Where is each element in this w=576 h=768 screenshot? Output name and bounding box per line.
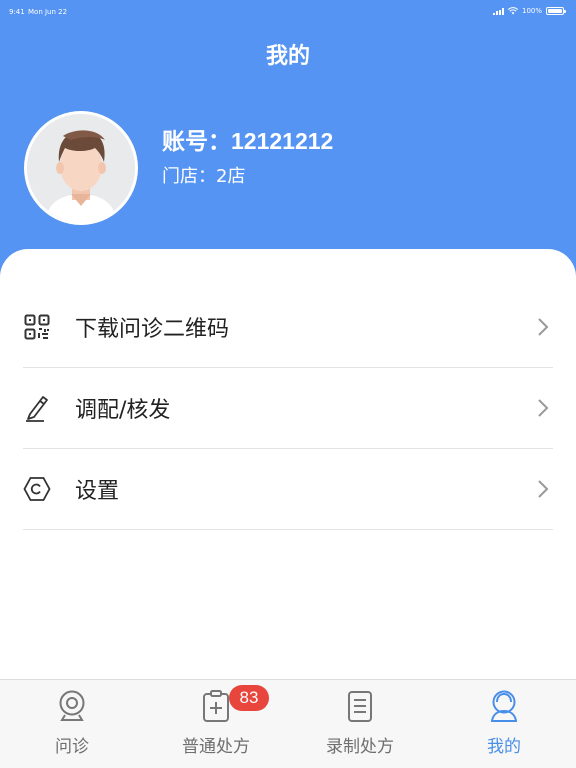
qr-code-icon [23, 313, 51, 341]
status-date: Mon Jun 22 [28, 8, 68, 16]
wifi-icon [507, 7, 518, 15]
menu-item-label: 下载问诊二维码 [75, 317, 230, 342]
document-icon [348, 691, 372, 722]
account-number: 账号：12121212 [162, 122, 333, 156]
chevron-right-icon [538, 480, 549, 498]
tab-general-prescription[interactable]: 83 普通处方 [144, 680, 288, 768]
pencil-icon [23, 394, 51, 422]
prescription-count-badge: 83 [229, 685, 269, 711]
account-label: 账号： [162, 128, 231, 154]
webcam-icon [59, 690, 85, 721]
menu-item-settings[interactable]: 设置 [23, 449, 553, 530]
menu-item-download-qr[interactable]: 下载问诊二维码 [23, 287, 553, 368]
tab-label: 普通处方 [182, 737, 250, 757]
battery-icon [546, 7, 566, 15]
menu-item-label: 调配/核发 [75, 398, 171, 423]
tab-label: 问诊 [55, 737, 89, 757]
tab-bar: 问诊 83 普通处方 录制处方 我的 [0, 679, 576, 768]
store-label: 门店： [162, 166, 216, 187]
menu-item-label: 设置 [75, 479, 120, 504]
tab-mine[interactable]: 我的 [432, 680, 576, 768]
menu-item-dispense[interactable]: 调配/核发 [23, 368, 553, 449]
tab-record-prescription[interactable]: 录制处方 [288, 680, 432, 768]
tab-label: 录制处方 [326, 737, 394, 757]
prescription-icon [203, 690, 229, 722]
store-value: 2店 [216, 166, 246, 187]
store-info: 门店：2店 [162, 162, 245, 188]
avatar[interactable] [24, 111, 138, 225]
avatar-illustration [27, 114, 135, 222]
status-time: 9:41 [9, 8, 25, 16]
tab-consultation[interactable]: 问诊 [0, 680, 144, 768]
settings-hexagon-icon [23, 475, 51, 503]
cellular-signal-icon [492, 7, 504, 15]
status-bar: 9:41 Mon Jun 22 100% [0, 0, 576, 24]
tab-label: 我的 [487, 737, 521, 757]
menu-card: 下载问诊二维码 调配/核发 设置 [0, 249, 576, 679]
profile-header: 9:41 Mon Jun 22 100% 我的 账号：12121212 门店：2… [0, 0, 576, 290]
battery-percent: 100% [521, 7, 542, 15]
user-icon [490, 690, 518, 722]
status-indicators: 100% [492, 7, 566, 15]
account-value: 12121212 [231, 128, 334, 154]
chevron-right-icon [538, 399, 549, 417]
page-title: 我的 [265, 44, 310, 69]
chevron-right-icon [538, 318, 549, 336]
